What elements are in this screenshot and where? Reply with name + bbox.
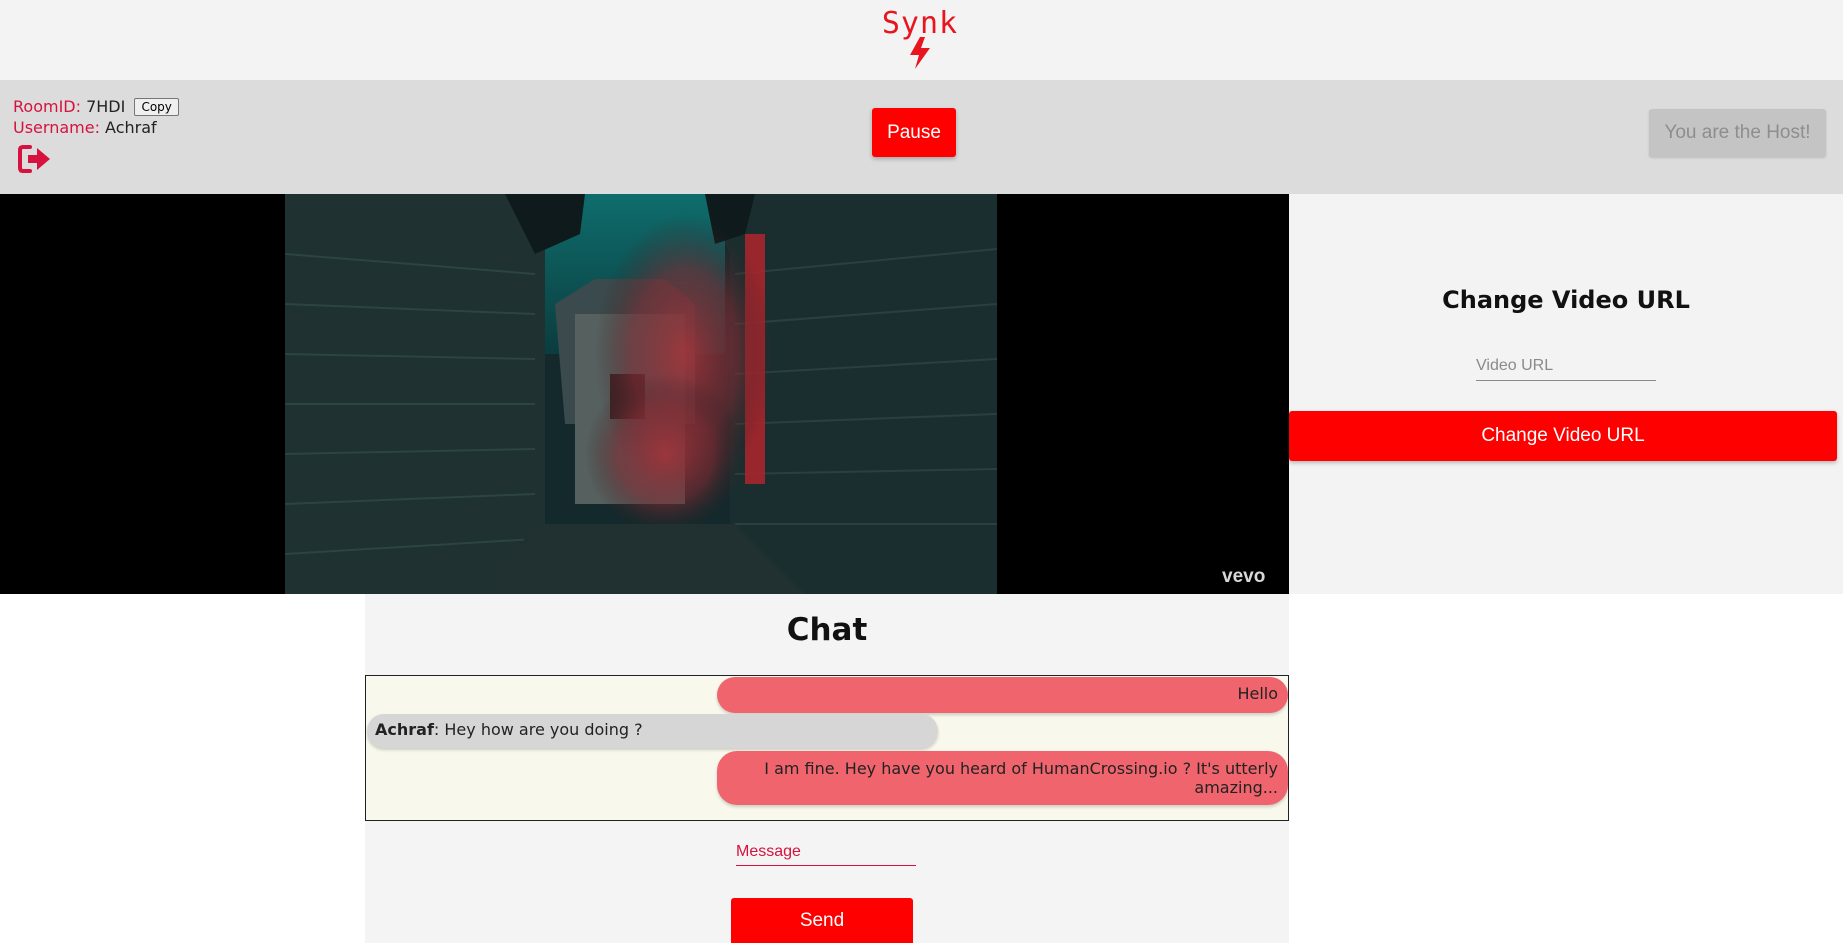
- copy-room-id-button[interactable]: Copy: [134, 98, 179, 116]
- change-video-panel: Change Video URL Change Video URL: [1289, 194, 1843, 594]
- room-info: RoomID: 7HDI Copy Username: Achraf: [13, 96, 179, 138]
- username-value: Achraf: [105, 118, 157, 137]
- video-player[interactable]: vevo: [0, 194, 1289, 594]
- username-label: Username:: [13, 118, 100, 137]
- video-url-input[interactable]: [1476, 352, 1656, 381]
- message-text: I am fine. Hey have you heard of HumanCr…: [764, 759, 1278, 797]
- host-status-button: You are the Host!: [1649, 109, 1826, 157]
- lightning-bolt-icon: [910, 37, 930, 69]
- chat-panel: Chat Hello Achraf: Hey how are you doing…: [365, 594, 1289, 943]
- pause-button[interactable]: Pause: [872, 108, 956, 157]
- username-row: Username: Achraf: [13, 117, 179, 138]
- chat-message: Achraf: Hey how are you doing ?: [367, 714, 938, 748]
- room-info-bar: RoomID: 7HDI Copy Username: Achraf Pause…: [0, 80, 1843, 194]
- room-id-label: RoomID:: [13, 97, 81, 116]
- vevo-text: vevo: [1222, 567, 1265, 585]
- room-id-row: RoomID: 7HDI Copy: [13, 96, 179, 117]
- change-video-url-button[interactable]: Change Video URL: [1289, 411, 1837, 461]
- chat-message: Hello: [717, 677, 1288, 713]
- message-input[interactable]: [736, 839, 916, 866]
- message-text: : Hey how are you doing ?: [433, 720, 643, 739]
- vevo-watermark: vevo: [1222, 567, 1265, 585]
- chat-title: Chat: [786, 612, 868, 648]
- synk-logo: Synk: [870, 4, 970, 74]
- send-button[interactable]: Send: [731, 898, 913, 943]
- video-frame: [285, 194, 997, 594]
- top-bar: Synk: [0, 0, 1843, 80]
- message-text: Hello: [1237, 684, 1278, 703]
- message-sender: Achraf: [375, 720, 434, 739]
- chat-message: I am fine. Hey have you heard of HumanCr…: [717, 751, 1288, 805]
- message-list[interactable]: Hello Achraf: Hey how are you doing ? I …: [365, 675, 1289, 821]
- change-video-title: Change Video URL: [1442, 286, 1690, 314]
- room-id-value: 7HDI: [86, 97, 126, 116]
- sign-out-icon[interactable]: [18, 144, 52, 174]
